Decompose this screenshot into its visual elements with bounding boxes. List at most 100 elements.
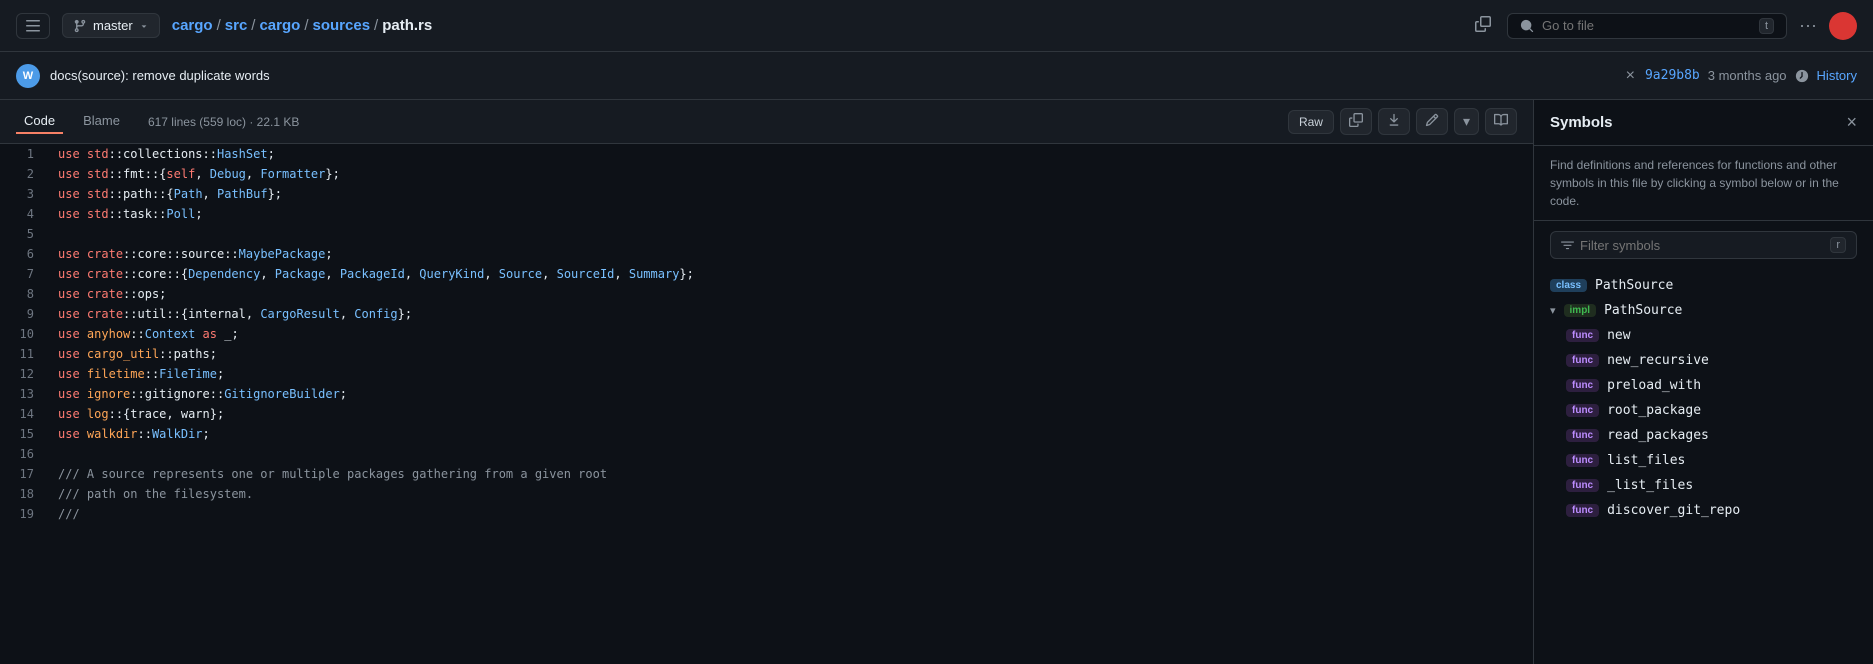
line-code xyxy=(50,224,1533,244)
table-row: 9 use crate::util::{internal, CargoResul… xyxy=(0,304,1533,324)
symbol-badge-func: func xyxy=(1566,454,1599,467)
symbol-func-name: preload_with xyxy=(1607,378,1701,393)
symbols-panel: Symbols × Find definitions and reference… xyxy=(1533,100,1873,664)
symbol-item-func[interactable]: func discover_git_repo xyxy=(1534,498,1873,523)
symbol-item-impl[interactable]: ▾ impl PathSource xyxy=(1534,298,1873,323)
line-number: 1 xyxy=(0,144,50,164)
commit-sha: 9a29b8b xyxy=(1645,68,1700,83)
table-row: 13 use ignore::gitignore::GitignoreBuild… xyxy=(0,384,1533,404)
nav-right: t ··· xyxy=(1507,11,1857,40)
table-row: 7 use crate::core::{Dependency, Package,… xyxy=(0,264,1533,284)
more-file-options[interactable]: ▾ xyxy=(1454,108,1479,135)
branch-selector[interactable]: master xyxy=(62,13,160,38)
download-button[interactable] xyxy=(1378,108,1410,135)
sidebar-toggle[interactable] xyxy=(16,13,50,39)
symbol-badge-func: func xyxy=(1566,404,1599,417)
line-code xyxy=(50,444,1533,464)
symbol-func-name: root_package xyxy=(1607,403,1701,418)
commit-right: 9a29b8b 3 months ago History xyxy=(1645,68,1857,83)
symbol-func-name: discover_git_repo xyxy=(1607,503,1740,518)
line-number: 3 xyxy=(0,184,50,204)
line-number: 5 xyxy=(0,224,50,244)
line-code: use ignore::gitignore::GitignoreBuilder; xyxy=(50,384,1533,404)
line-number: 17 xyxy=(0,464,50,484)
code-toolbar: Code Blame 617 lines (559 loc) · 22.1 KB… xyxy=(0,100,1533,144)
symbols-filter: r xyxy=(1550,231,1857,259)
code-content[interactable]: 1 use std::collections::HashSet; 2 use s… xyxy=(0,144,1533,664)
line-code: use std::path::{Path, PathBuf}; xyxy=(50,184,1533,204)
commit-message: docs(source): remove duplicate words xyxy=(50,68,1616,83)
line-code: use crate::util::{internal, CargoResult,… xyxy=(50,304,1533,324)
more-options-button[interactable]: ··· xyxy=(1795,11,1821,40)
symbol-item-func[interactable]: func root_package xyxy=(1534,398,1873,423)
table-row: 12 use filetime::FileTime; xyxy=(0,364,1533,384)
breadcrumb: cargo / src / cargo / sources / path.rs xyxy=(172,17,1459,34)
symbol-item-class[interactable]: class PathSource xyxy=(1534,273,1873,298)
line-number: 19 xyxy=(0,504,50,524)
symbol-item-func[interactable]: func new_recursive xyxy=(1534,348,1873,373)
raw-button[interactable]: Raw xyxy=(1288,110,1334,134)
line-number: 6 xyxy=(0,244,50,264)
edit-button[interactable] xyxy=(1416,108,1448,135)
symbol-item-func[interactable]: func preload_with xyxy=(1534,373,1873,398)
table-row: 10 use anyhow::Context as _; xyxy=(0,324,1533,344)
symbol-badge-func: func xyxy=(1566,329,1599,342)
filter-input[interactable] xyxy=(1580,238,1824,253)
commit-bar: W docs(source): remove duplicate words ×… xyxy=(0,52,1873,100)
breadcrumb-sources[interactable]: sources xyxy=(313,17,371,34)
commit-time: 3 months ago xyxy=(1708,68,1787,83)
copy-content-button[interactable] xyxy=(1340,108,1372,135)
history-label: History xyxy=(1817,68,1857,83)
breadcrumb-cargo[interactable]: cargo xyxy=(172,17,213,34)
branch-name: master xyxy=(93,18,133,33)
history-button[interactable]: History xyxy=(1817,68,1857,83)
table-row: 1 use std::collections::HashSet; xyxy=(0,144,1533,164)
table-row: 11 use cargo_util::paths; xyxy=(0,344,1533,364)
line-number: 4 xyxy=(0,204,50,224)
line-code: /// A source represents one or multiple … xyxy=(50,464,1533,484)
line-number: 9 xyxy=(0,304,50,324)
breadcrumb-filename: path.rs xyxy=(382,17,432,34)
search-bar: t xyxy=(1507,13,1787,39)
symbol-item-func[interactable]: func new xyxy=(1534,323,1873,348)
symbol-badge-func: func xyxy=(1566,479,1599,492)
symbol-badge-class: class xyxy=(1550,279,1587,292)
filter-icon xyxy=(1561,239,1574,252)
commit-close-button[interactable]: × xyxy=(1626,67,1635,85)
symbol-item-func[interactable]: func read_packages xyxy=(1534,423,1873,448)
line-code: use crate::core::source::MaybePackage; xyxy=(50,244,1533,264)
table-row: 14 use log::{trace, warn}; xyxy=(0,404,1533,424)
breadcrumb-src[interactable]: src xyxy=(225,17,248,34)
line-code: use log::{trace, warn}; xyxy=(50,404,1533,424)
copy-path-button[interactable] xyxy=(1471,12,1495,39)
table-row: 19 /// xyxy=(0,504,1533,524)
table-row: 2 use std::fmt::{self, Debug, Formatter}… xyxy=(0,164,1533,184)
line-code: use crate::core::{Dependency, Package, P… xyxy=(50,264,1533,284)
symbol-func-name: read_packages xyxy=(1607,428,1709,443)
tab-blame[interactable]: Blame xyxy=(75,109,128,134)
symbols-close-button[interactable]: × xyxy=(1846,112,1857,133)
symbol-item-func[interactable]: func _list_files xyxy=(1534,473,1873,498)
table-row: 16 xyxy=(0,444,1533,464)
symbol-item-func[interactable]: func list_files xyxy=(1534,448,1873,473)
search-input[interactable] xyxy=(1542,18,1751,33)
line-number: 7 xyxy=(0,264,50,284)
symbol-name: PathSource xyxy=(1595,278,1673,293)
symbols-toggle[interactable] xyxy=(1485,108,1517,135)
line-code: use cargo_util::paths; xyxy=(50,344,1533,364)
breadcrumb-cargo2[interactable]: cargo xyxy=(259,17,300,34)
code-panel: Code Blame 617 lines (559 loc) · 22.1 KB… xyxy=(0,100,1533,664)
file-area: Code Blame 617 lines (559 loc) · 22.1 KB… xyxy=(0,100,1873,664)
symbol-badge-impl: impl xyxy=(1564,304,1597,317)
symbols-title: Symbols xyxy=(1550,114,1838,131)
table-row: 6 use crate::core::source::MaybePackage; xyxy=(0,244,1533,264)
avatar[interactable] xyxy=(1829,12,1857,40)
toolbar-right: Raw ▾ xyxy=(1288,108,1517,135)
table-row: 4 use std::task::Poll; xyxy=(0,204,1533,224)
clock-icon xyxy=(1795,69,1809,83)
symbol-func-name: new_recursive xyxy=(1607,353,1709,368)
tab-code[interactable]: Code xyxy=(16,109,63,134)
symbol-func-name: _list_files xyxy=(1607,478,1693,493)
line-code: use filetime::FileTime; xyxy=(50,364,1533,384)
filter-key: r xyxy=(1830,237,1846,253)
